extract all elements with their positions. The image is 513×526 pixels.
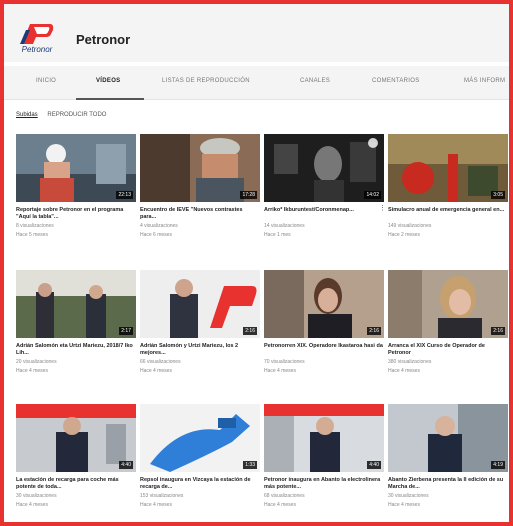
video-card[interactable]: 2:16 Arranca el XIX Curso de Operador de… [388,270,508,374]
video-duration: 2:16 [243,327,257,335]
video-title[interactable]: Reportaje sobre Petronor en el programa … [16,207,136,221]
video-card[interactable]: 4:40 La estación de recarga para coche m… [16,404,136,508]
video-thumbnail[interactable]: 17:28 [140,134,260,202]
channel-header: Petronor Petronor [4,4,509,62]
channel-name[interactable]: Petronor [76,32,130,47]
video-thumbnail[interactable]: 2:16 [140,270,260,338]
video-views: 149 visualizaciones [388,223,432,229]
video-duration: 2:16 [367,327,381,335]
uploads-filter[interactable]: Subidas [16,112,38,118]
video-age: Hace 4 meses [264,501,296,508]
video-card[interactable]: 17:28 Encuentro de IEVE "Nuevos contrast… [140,134,260,238]
video-title[interactable]: Petronorren XIX. Operadore Ikastaroa has… [264,343,384,357]
video-views: 30 visualizaciones [16,493,57,499]
video-views: 30 visualizaciones [388,493,429,499]
video-title[interactable]: Adrián Salomón eta Urtzi Mariezu, 2018/7… [16,343,136,357]
tab-playlists[interactable]: LISTAS DE REPRODUCCIÓN [162,78,250,84]
video-duration: 4:40 [119,461,133,469]
video-thumbnail[interactable]: 2:16 [264,270,384,338]
video-duration: 17:28 [240,191,257,199]
video-thumbnail[interactable]: 3:05 [388,134,508,202]
video-age: Hace 4 meses [140,367,172,374]
video-age: Hace 4 meses [16,501,48,508]
video-age: Hace 4 meses [140,501,172,508]
video-duration: 2:16 [491,327,505,335]
video-card[interactable]: 14:02 Arriko* Ikburuntest/Coronmenap... … [264,134,386,238]
video-thumbnail[interactable]: 4:19 [388,404,508,472]
video-duration: 22:13 [116,191,133,199]
video-title[interactable]: La estación de recarga para coche más po… [16,477,136,491]
video-card[interactable]: 2:16 Petronorren XIX. Operadore Ikastaro… [264,270,384,374]
video-duration: 4:40 [367,461,381,469]
video-title[interactable]: Encuentro de IEVE "Nuevos contrastes par… [140,207,260,221]
video-title[interactable]: Arranca el XIX Curso de Operador de Petr… [388,343,508,357]
video-title[interactable]: Simulacro anual de emergencia general en… [388,207,508,221]
play-all-button[interactable]: REPRODUCIR TODO [47,112,106,118]
video-duration: 2:17 [119,327,133,335]
video-card[interactable]: 2:16 Adrián Salomón y Urtzi Mariezu, los… [140,270,260,374]
video-card[interactable]: 1:33 Repsol inaugura en Vizcaya la estac… [140,404,260,508]
video-thumbnail[interactable]: 1:33 [140,404,260,472]
video-views: 68 visualizaciones [264,493,305,499]
video-age: Hace 5 meses [16,231,48,238]
video-title[interactable]: Repsol inaugura en Vizcaya la estación d… [140,477,260,491]
video-views: 14 visualizaciones [264,223,305,229]
video-duration: 1:33 [243,461,257,469]
video-age: Hace 2 meses [388,231,420,238]
tab-videos[interactable]: VÍDEOS [96,78,120,84]
logo-wordmark: Petronor [21,45,53,54]
video-title[interactable]: Adrián Salomón y Urtzi Mariezu, los 2 me… [140,343,260,357]
video-duration: 4:19 [491,461,505,469]
video-card[interactable]: 4:19 Abanto Zierbena presenta la II edic… [388,404,508,508]
video-thumbnail[interactable]: 22:13 [16,134,136,202]
video-age: Hace 4 meses [264,367,296,374]
video-card[interactable]: 4:40 Petronor inaugura en Abanto la elec… [264,404,384,508]
video-card[interactable]: 2:17 Adrián Salomón eta Urtzi Mariezu, 2… [16,270,136,374]
tab-about[interactable]: MÁS INFORM [464,78,505,84]
video-grid: 22:13 Reportaje sobre Petronor en el pro… [16,134,508,514]
video-views: 380 visualizaciones [388,359,432,365]
tab-channels[interactable]: CANALES [300,78,330,84]
video-views: 8 visualizaciones [16,223,54,229]
video-views: 66 visualizaciones [140,359,181,365]
tab-comments[interactable]: COMENTARIOS [372,78,420,84]
tab-inicio[interactable]: INICIO [36,78,56,84]
video-views: 153 visualizaciones [140,493,184,499]
video-duration: 14:02 [364,191,381,199]
video-thumbnail[interactable]: 4:40 [264,404,384,472]
video-filters: Subidas REPRODUCIR TODO [16,112,114,118]
video-views: 20 visualizaciones [16,359,57,365]
petronor-logo-icon [20,24,54,44]
video-age: Hace 6 meses [140,231,172,238]
video-thumbnail[interactable]: 2:17 [16,270,136,338]
video-views: 4 visualizaciones [140,223,178,229]
video-age: Hace 1 mes [264,231,291,238]
video-title[interactable]: Abanto Zierbena presenta la II edición d… [388,477,508,491]
channel-tabs: INICIO VÍDEOS LISTAS DE REPRODUCCIÓN CAN… [4,66,509,100]
video-thumbnail[interactable]: 4:40 [16,404,136,472]
video-thumbnail[interactable]: 14:02 [264,134,384,202]
video-age: Hace 4 meses [388,367,420,374]
video-age: Hace 4 meses [16,367,48,374]
more-options-icon[interactable]: ⋮ [379,204,386,212]
video-duration: 3:05 [491,191,505,199]
video-card[interactable]: 22:13 Reportaje sobre Petronor en el pro… [16,134,136,238]
video-age: Hace 4 meses [388,501,420,508]
video-title[interactable]: Petronor inaugura en Abanto la electroli… [264,477,384,491]
video-thumbnail[interactable]: 2:16 [388,270,508,338]
channel-logo[interactable]: Petronor [16,22,58,56]
video-views: 70 visualizaciones [264,359,305,365]
active-tab-indicator [76,98,144,100]
video-title[interactable]: Arriko* Ikburuntest/Coronmenap... [264,207,384,221]
playlist-badge-icon [368,138,378,148]
youtube-channel-page: Petronor Petronor INICIO VÍDEOS LISTAS D… [4,4,509,522]
video-card[interactable]: 3:05 Simulacro anual de emergencia gener… [388,134,508,238]
